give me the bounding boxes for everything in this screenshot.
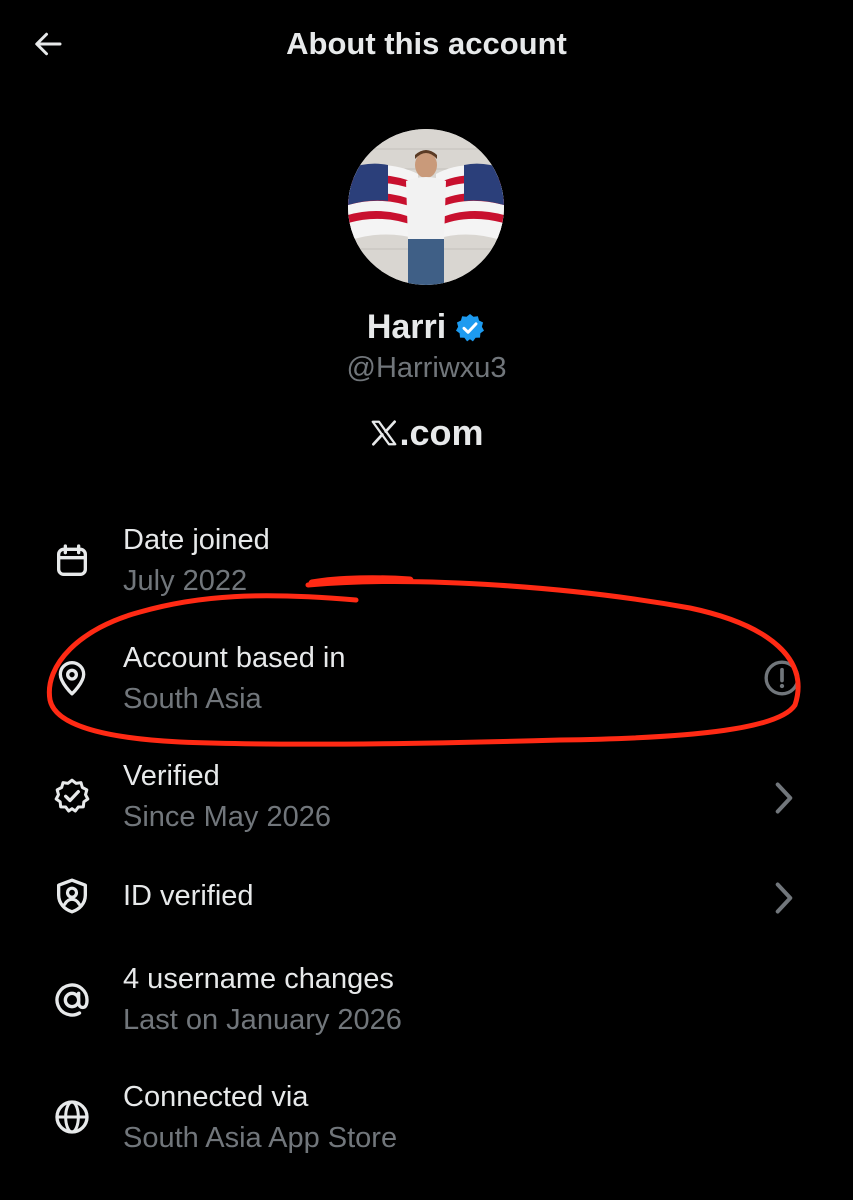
row-subtitle: July 2022 <box>123 565 248 597</box>
row-subtitle: South Asia App Store <box>123 1122 398 1154</box>
site-text: .com <box>399 412 484 453</box>
location-pin-icon <box>50 656 94 700</box>
row-subtitle: Since May 2026 <box>123 801 331 833</box>
display-name: Harri <box>366 308 447 346</box>
avatar[interactable] <box>348 129 504 285</box>
row-subtitle: Last on January 2026 <box>123 1004 402 1036</box>
row-title: Account based in <box>123 642 346 674</box>
info-button[interactable] <box>760 658 804 698</box>
row-connected-via: Connected via South Asia App Store <box>0 1077 853 1167</box>
row-id-verified[interactable]: ID verified <box>0 874 853 924</box>
row-verified[interactable]: Verified Since May 2026 <box>0 756 853 846</box>
row-username-changes: 4 username changes Last on January 2026 <box>0 959 853 1049</box>
row-title: Verified <box>123 760 220 792</box>
row-title: ID verified <box>123 880 254 912</box>
row-subtitle: South Asia <box>123 683 262 715</box>
at-sign-icon <box>50 978 94 1022</box>
row-date-joined: Date joined July 2022 <box>0 520 853 610</box>
chevron-right-icon <box>770 778 798 818</box>
calendar-icon <box>50 539 94 583</box>
verified-badge-icon <box>456 313 485 341</box>
profile-name-row: Harri <box>0 308 853 347</box>
verified-badge-icon <box>50 774 94 818</box>
x-logo-icon <box>372 420 397 446</box>
row-account-based-in: Account based in South Asia <box>0 638 853 728</box>
info-icon <box>764 660 800 696</box>
top-bar: About this account <box>0 0 853 88</box>
row-title: 4 username changes <box>123 963 394 995</box>
username-handle: @Harriwxu3 <box>346 352 507 384</box>
row-title: Date joined <box>123 524 270 556</box>
id-shield-icon <box>50 874 94 918</box>
globe-icon <box>50 1095 94 1139</box>
page-title: About this account <box>286 26 567 61</box>
site-label[interactable]: .com <box>0 412 853 454</box>
chevron-right-icon <box>770 878 798 918</box>
row-title: Connected via <box>123 1081 309 1113</box>
